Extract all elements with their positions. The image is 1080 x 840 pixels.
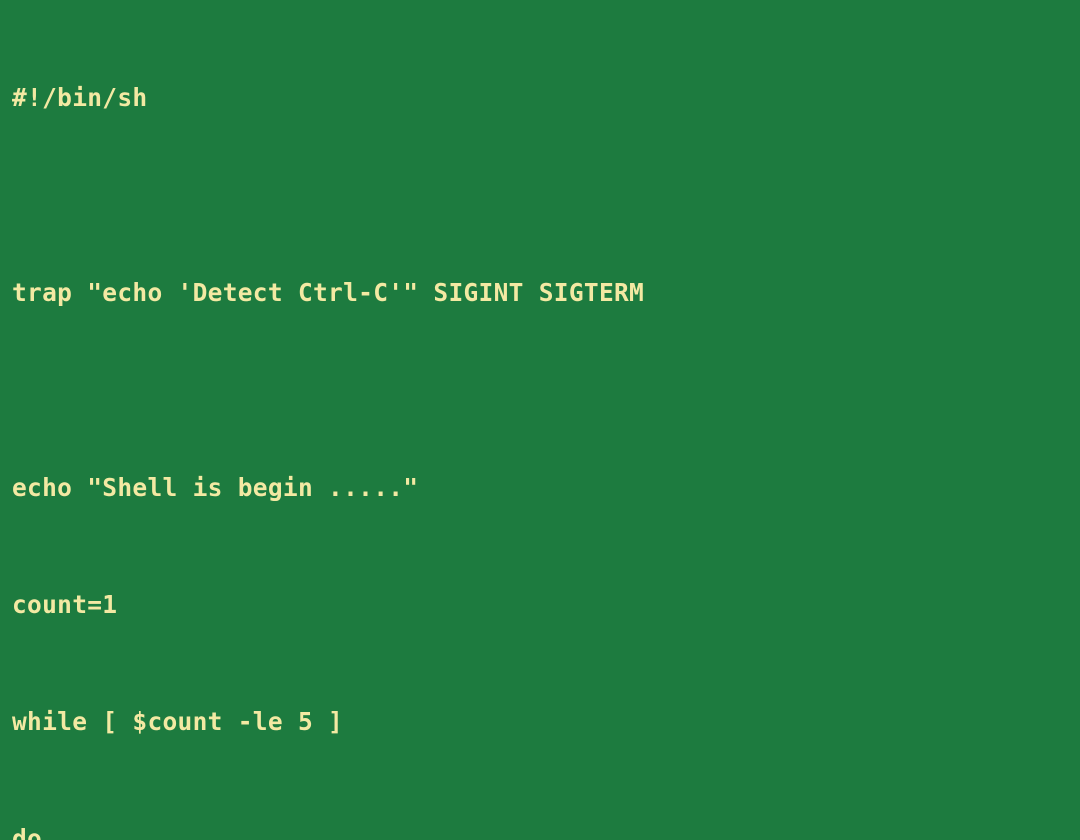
terminal-line: while [ $count -le 5 ] [12,702,1068,741]
terminal-line: echo "Shell is begin ....." [12,468,1068,507]
terminal-line: #!/bin/sh [12,78,1068,117]
terminal-line: trap "echo 'Detect Ctrl-C'" SIGINT SIGTE… [12,273,1068,312]
terminal-line: do [12,819,1068,840]
terminal-line: count=1 [12,585,1068,624]
terminal-window[interactable]: #!/bin/sh trap "echo 'Detect Ctrl-C'" SI… [0,0,1080,840]
